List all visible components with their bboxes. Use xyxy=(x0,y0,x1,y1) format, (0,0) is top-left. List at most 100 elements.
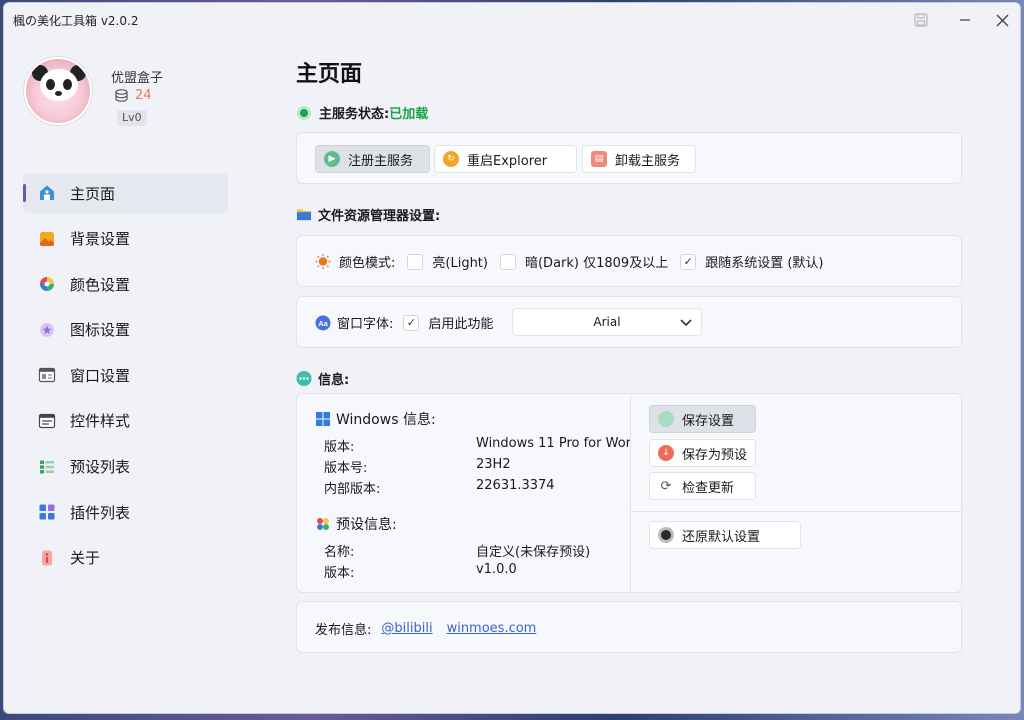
sidebar-item-label: 控件样式 xyxy=(70,412,131,431)
avatar-nose xyxy=(55,91,62,96)
info-section-label: 信息: xyxy=(318,373,350,388)
windows-display-version-value: 23H2 xyxy=(476,457,511,472)
window-font-enable-label: 启用此功能 xyxy=(428,317,494,332)
preset-name-value: 自定义(未保存预设) xyxy=(476,545,591,560)
sun-icon xyxy=(315,253,331,270)
uninstall-service-button[interactable]: ▤ 卸载主服务 xyxy=(582,145,696,173)
check-update-label: 检查更新 xyxy=(682,480,735,496)
star-icon xyxy=(38,321,56,339)
coin-row: 24 xyxy=(114,88,152,103)
service-status-value: 已加载 xyxy=(389,107,429,122)
svg-text:Aa: Aa xyxy=(318,319,328,328)
font-select[interactable]: Arial xyxy=(512,308,702,336)
list-icon xyxy=(38,458,56,476)
restore-icon xyxy=(658,527,674,543)
refresh-icon: ⟳ xyxy=(660,478,672,494)
color-mode-card: 颜色模式: 亮(Light) 暗(Dark) 仅1809及以上 ✓ 跟随系统设置… xyxy=(296,235,962,287)
app-window: 楓の美化工具箱 v2.0.2 优盟盒子 24 Lv0 主页面 背景设置 颜色设置… xyxy=(3,2,1021,714)
explorer-section-label: 文件资源管理器设置: xyxy=(318,209,441,224)
dark-mode-checkbox[interactable] xyxy=(499,253,516,270)
font-icon: Aa xyxy=(315,315,331,331)
sidebar-item-label: 窗口设置 xyxy=(70,366,131,385)
windows-info-header: Windows 信息: xyxy=(315,409,436,429)
preset-version-key: 版本: xyxy=(324,566,355,581)
title-bar: 楓の美化工具箱 v2.0.2 xyxy=(4,3,1020,37)
home-icon xyxy=(38,184,56,202)
sidebar-item-color[interactable]: 颜色设置 xyxy=(23,264,228,304)
system-mode-label: 跟随系统设置 (默认) xyxy=(705,256,824,271)
dark-mode-label: 暗(Dark) 仅1809及以上 xyxy=(524,256,669,271)
window-icon xyxy=(38,366,56,384)
sidebar-item-label: 颜色设置 xyxy=(70,275,131,294)
preset-info-header: 预设信息: xyxy=(315,514,397,534)
publish-row: 发布信息: @bilibili winmoes.com xyxy=(315,619,536,638)
preset-version-value: v1.0.0 xyxy=(476,562,517,577)
website-link[interactable]: winmoes.com xyxy=(447,621,537,636)
check-update-button[interactable]: ⟳ 检查更新 xyxy=(649,472,756,500)
restart-icon: ↻ xyxy=(443,151,459,167)
sidebar-item-label: 预设列表 xyxy=(70,458,131,477)
uninstall-service-label: 卸载主服务 xyxy=(615,153,681,169)
info-section-title: 信息: xyxy=(296,369,349,388)
info-icon xyxy=(38,549,56,567)
window-font-row: Aa 窗口字体: ✓ 启用此功能 xyxy=(315,313,493,332)
sidebar-item-window[interactable]: 窗口设置 xyxy=(23,355,228,395)
restore-default-button[interactable]: 还原默认设置 xyxy=(649,521,801,549)
windows-info-header-label: Windows 信息: xyxy=(336,412,436,428)
avatar-eye-left xyxy=(46,79,55,90)
windows-logo-icon xyxy=(315,411,331,427)
restart-explorer-button[interactable]: ↻ 重启Explorer xyxy=(434,145,577,173)
coin-icon xyxy=(114,88,129,103)
save-preset-button[interactable]: ↓ 保存为预设 xyxy=(649,439,756,467)
sidebar-item-label: 图标设置 xyxy=(70,321,131,340)
preset-name-key: 名称: xyxy=(324,545,355,560)
register-service-label: 注册主服务 xyxy=(348,153,414,169)
service-status-label: 主服务状态: xyxy=(319,107,390,122)
trash-icon: ▤ xyxy=(591,151,607,167)
sidebar-item-about[interactable]: 关于 xyxy=(23,538,228,578)
sidebar-item-icon[interactable]: 图标设置 xyxy=(23,310,228,350)
restore-default-label: 还原默认设置 xyxy=(682,529,761,545)
publish-label: 发布信息: xyxy=(315,623,372,638)
publish-card: 发布信息: @bilibili winmoes.com xyxy=(296,601,962,653)
close-button[interactable] xyxy=(990,9,1014,31)
save-icon[interactable] xyxy=(909,9,933,31)
avatar[interactable] xyxy=(24,57,92,125)
save-settings-label: 保存设置 xyxy=(682,413,735,429)
save-icon xyxy=(658,411,674,427)
download-icon: ↓ xyxy=(658,445,674,461)
bilibili-link[interactable]: @bilibili xyxy=(381,621,432,636)
folder-icon xyxy=(296,207,312,223)
coin-count: 24 xyxy=(135,88,152,103)
windows-build-key: 内部版本: xyxy=(324,482,381,497)
level-badge: Lv0 xyxy=(117,110,147,126)
sidebar-item-plugins[interactable]: 插件列表 xyxy=(23,492,228,532)
sidebar-item-label: 插件列表 xyxy=(70,503,131,522)
sidebar-item-controls[interactable]: 控件样式 xyxy=(23,401,228,441)
system-mode-checkbox[interactable]: ✓ xyxy=(680,253,697,270)
status-indicator-icon xyxy=(297,105,311,120)
save-settings-button[interactable]: 保存设置 xyxy=(649,405,756,433)
preset-info-header-label: 预设信息: xyxy=(336,517,397,533)
save-preset-label: 保存为预设 xyxy=(682,447,748,463)
minimize-button[interactable] xyxy=(953,9,977,31)
sidebar-item-presets[interactable]: 预设列表 xyxy=(23,447,228,487)
register-service-button[interactable]: ▶ 注册主服务 xyxy=(315,145,430,173)
sidebar-item-background[interactable]: 背景设置 xyxy=(23,219,228,259)
page-title: 主页面 xyxy=(296,62,363,87)
plugin-icon xyxy=(38,503,56,521)
user-name: 优盟盒子 xyxy=(111,71,164,86)
service-status: 主服务状态: 已加载 xyxy=(297,103,428,122)
window-font-enable-checkbox[interactable]: ✓ xyxy=(403,314,420,331)
windows-build-value: 22631.3374 xyxy=(476,478,555,493)
chevron-down-icon xyxy=(679,315,693,332)
light-mode-checkbox[interactable] xyxy=(407,253,424,270)
info-divider-horizontal xyxy=(631,511,963,512)
more-icon xyxy=(296,370,312,387)
windows-display-version-key: 版本号: xyxy=(324,461,368,476)
sidebar-item-home[interactable]: 主页面 xyxy=(23,173,228,213)
sidebar-item-label: 关于 xyxy=(70,549,101,568)
color-mode-label: 颜色模式: xyxy=(339,256,396,271)
explorer-section-title: 文件资源管理器设置: xyxy=(296,205,440,224)
sidebar-item-label: 背景设置 xyxy=(70,230,131,249)
